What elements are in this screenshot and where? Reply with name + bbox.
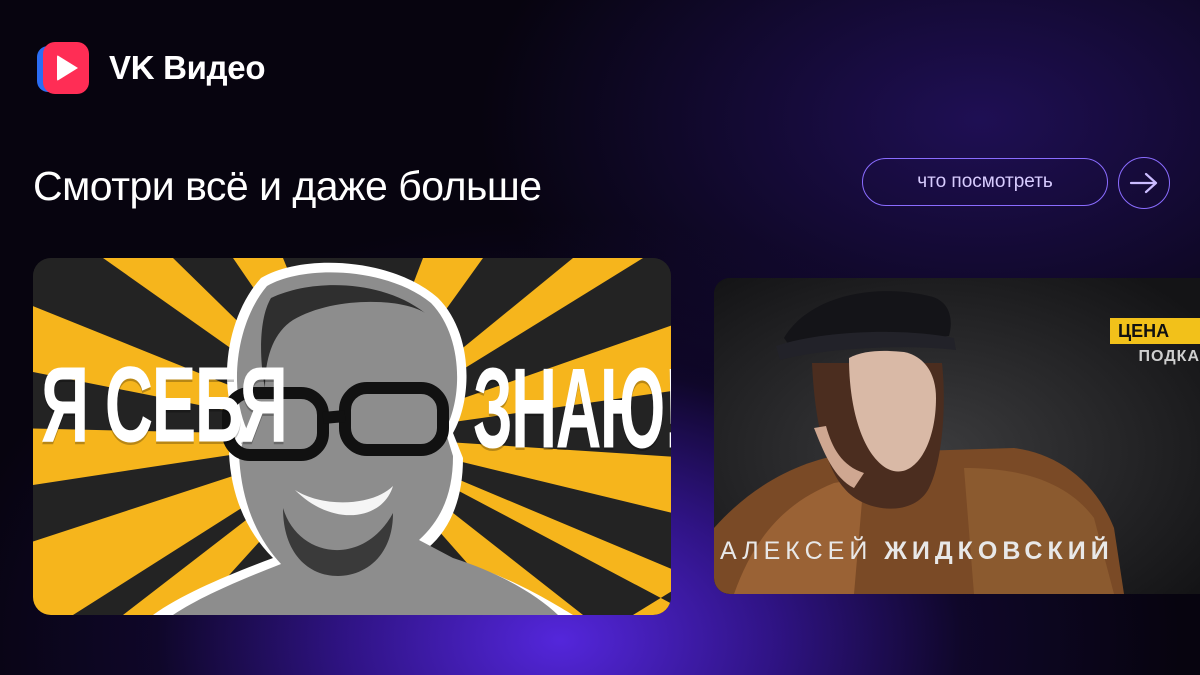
caption-last-name: ЖИДКОВСКИЙ <box>884 537 1114 565</box>
arrow-right-icon <box>1129 172 1158 194</box>
caption-first-name: АЛЕКСЕЙ <box>720 537 873 565</box>
brand-logo[interactable]: VK Видео <box>37 42 265 94</box>
vk-video-play-icon <box>37 42 89 94</box>
secondary-video-card[interactable]: ЦЕНА ПОДКА АЛЕКСЕЙ ЖИДКОВСКИЙ <box>714 278 1200 594</box>
podcast-label: ПОДКА <box>1138 348 1200 365</box>
secondary-video-caption: АЛЕКСЕЙ ЖИДКОВСКИЙ <box>720 537 1114 566</box>
page-headline: Смотри всё и даже больше <box>33 163 542 209</box>
thumbnail-title-right: ЗНАЮ! <box>473 343 671 472</box>
what-to-watch-button[interactable]: что посмотреть <box>862 158 1108 206</box>
brand-name: VK Видео <box>109 49 266 86</box>
next-arrow-button[interactable] <box>1118 157 1170 209</box>
featured-video-card[interactable]: Я СЕБЯ ЗНАЮ! <box>33 258 671 615</box>
podcast-badge: ЦЕНА <box>1110 318 1200 344</box>
thumbnail-title-left: Я СЕБЯ <box>41 345 288 466</box>
